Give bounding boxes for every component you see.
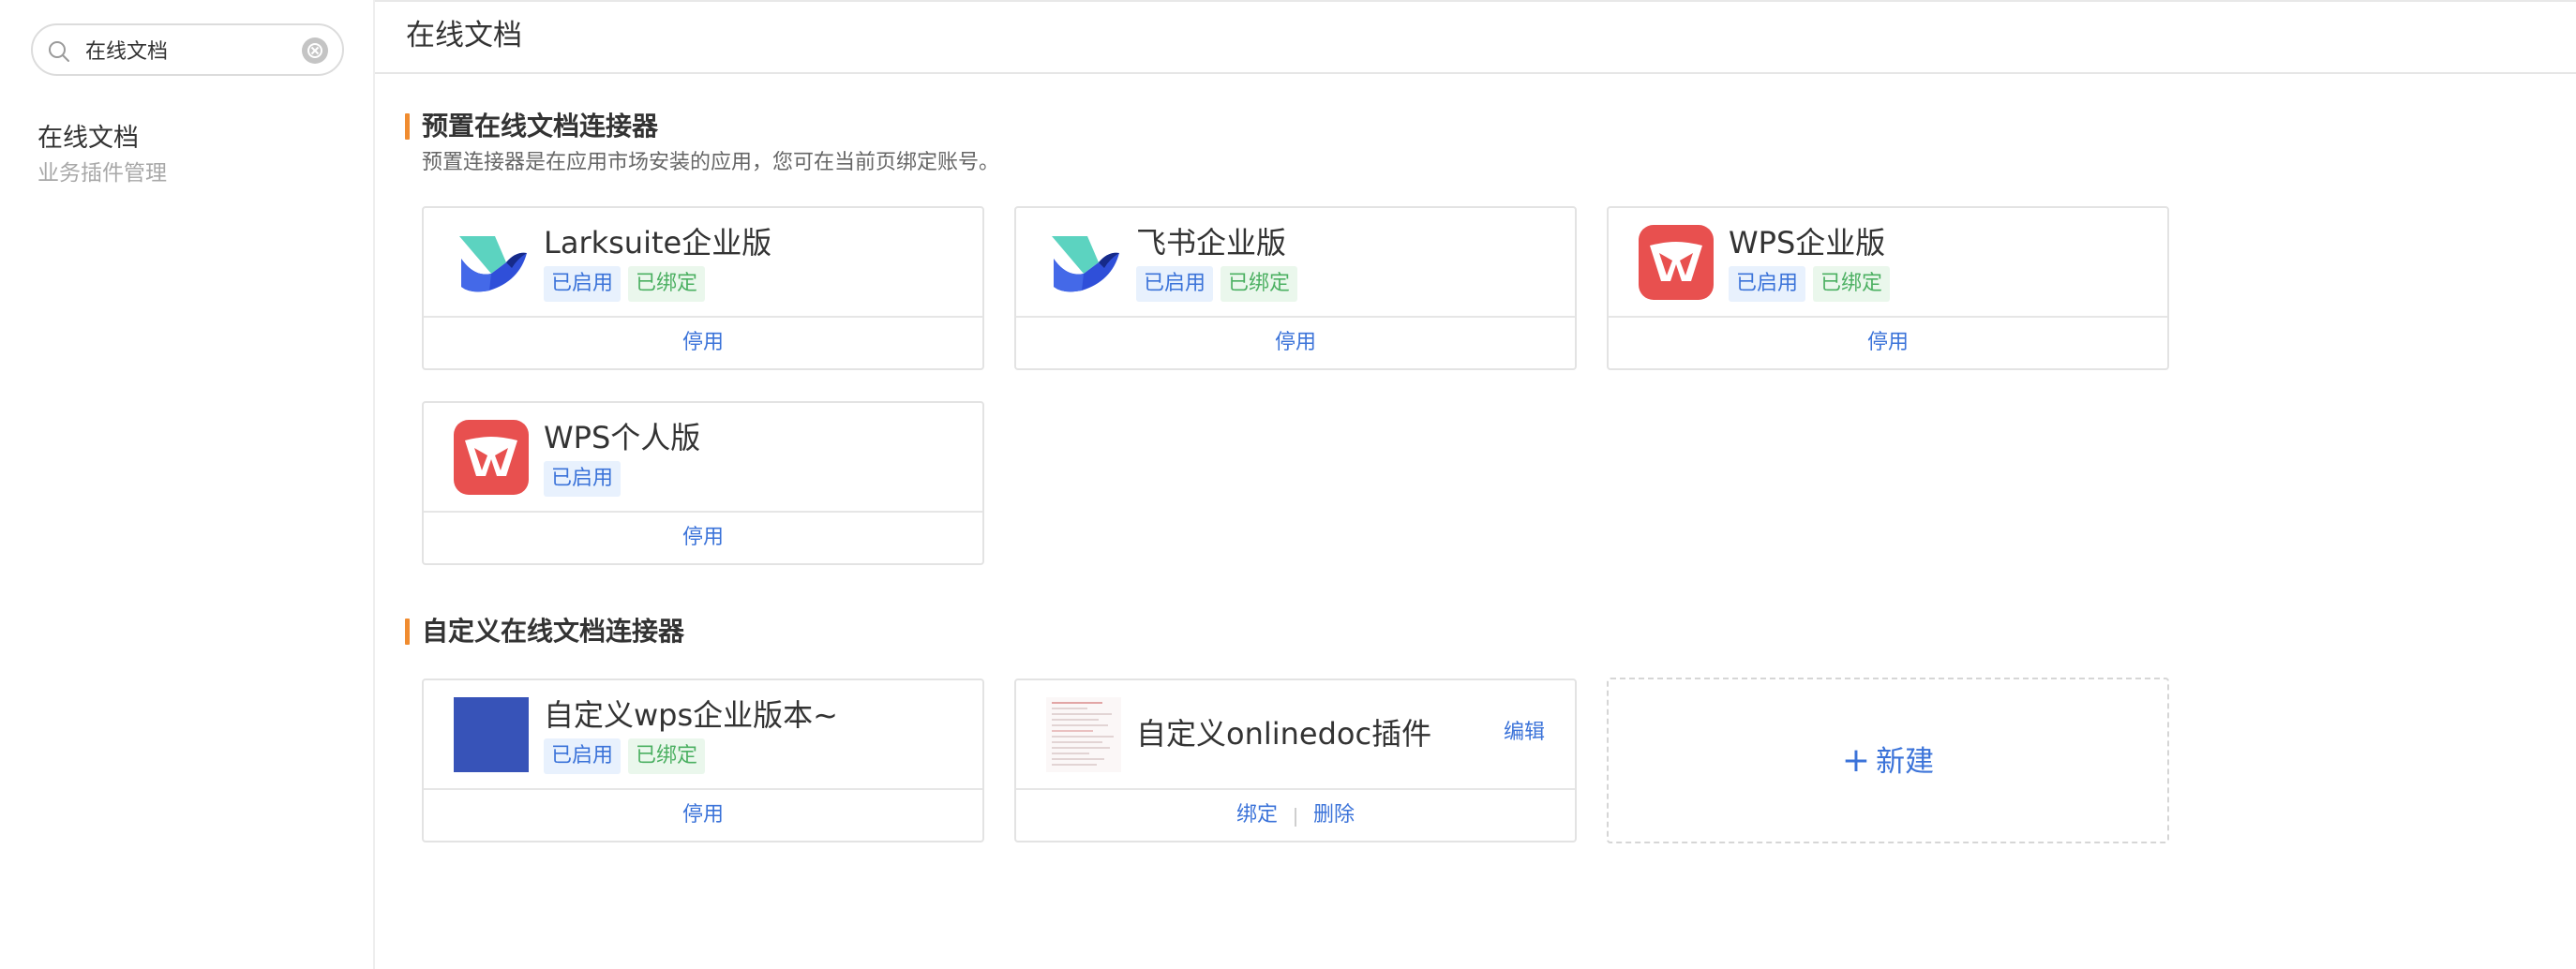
card-body: WPS企业版 已启用 已绑定 [1609, 208, 2167, 316]
section-accent-bar [405, 113, 410, 140]
disable-button[interactable]: 停用 [1867, 331, 1909, 354]
search-icon [49, 41, 69, 62]
preset-section-title: 预置在线文档连接器 [422, 111, 659, 142]
sidebar-item-online-docs[interactable]: 在线文档 业务插件管理 [37, 120, 337, 189]
page-title: 在线文档 [406, 19, 522, 52]
card-body: Larksuite企业版 已启用 已绑定 [424, 208, 982, 316]
connector-card-feishu: 飞书企业版 已启用 已绑定 停用 [1014, 206, 1577, 370]
delete-button[interactable]: 删除 [1313, 803, 1355, 827]
card-footer: 停用 [424, 513, 982, 563]
card-footer: 停用 [424, 318, 982, 368]
bound-badge: 已绑定 [1221, 266, 1298, 302]
connector-name: WPS企业版 [1729, 225, 1886, 261]
disable-button[interactable]: 停用 [1275, 331, 1316, 354]
connector-name: 自定义wps企业版本~ [544, 697, 838, 733]
sidebar-item-title: 在线文档 [37, 124, 139, 153]
connector-card-wps-personal: WPS个人版 已启用 停用 [422, 401, 984, 565]
disable-button[interactable]: 停用 [682, 803, 724, 827]
status-tags: 已启用 已绑定 [544, 266, 712, 304]
lark-bird-icon [1052, 236, 1119, 292]
enabled-badge: 已启用 [544, 738, 622, 774]
card-footer: 停用 [1016, 318, 1575, 368]
lark-bird-icon [459, 236, 527, 292]
search-input[interactable] [85, 33, 301, 67]
bind-button[interactable]: 绑定 [1236, 803, 1278, 827]
status-tags: 已启用 已绑定 [1136, 266, 1305, 304]
connector-card-wps-enterprise: WPS企业版 已启用 已绑定 停用 [1607, 206, 2169, 370]
card-footer: 停用 [1609, 318, 2167, 368]
enabled-badge: 已启用 [544, 266, 622, 302]
wps-icon [454, 420, 529, 495]
connector-name: 自定义onlinedoc插件 [1136, 716, 1432, 752]
edit-button[interactable]: 编辑 [1504, 716, 1545, 750]
new-connector-button[interactable]: + 新建 [1607, 678, 2169, 843]
wps-icon [1639, 225, 1714, 300]
connector-name: Larksuite企业版 [544, 225, 772, 261]
card-body: WPS个人版 已启用 [424, 403, 982, 511]
new-connector-content: + 新建 [1609, 679, 2167, 842]
plus-icon: + [1841, 741, 1871, 780]
status-tags: 已启用 已绑定 [544, 738, 712, 776]
bound-badge: 已绑定 [1813, 266, 1891, 302]
clear-search-icon[interactable] [301, 37, 329, 65]
connector-card-custom-wps: 自定义wps企业版本~ 已启用 已绑定 停用 [422, 678, 984, 842]
top-divider [375, 0, 2576, 2]
enabled-badge: 已启用 [1729, 266, 1806, 302]
main-content: 在线文档 预置在线文档连接器 预置连接器是在应用市场安装的应用，您可在当前页绑定… [375, 0, 2576, 969]
card-body: 自定义onlinedoc插件 编辑 [1016, 680, 1575, 788]
custom-section-title: 自定义在线文档连接器 [422, 616, 685, 647]
sidebar: 在线文档 业务插件管理 [0, 0, 375, 969]
title-divider [375, 72, 2576, 74]
section-accent-bar [405, 619, 410, 645]
action-separator [1295, 807, 1296, 827]
bound-badge: 已绑定 [628, 266, 706, 302]
document-thumbnail [1046, 697, 1121, 772]
card-footer: 停用 [424, 790, 982, 841]
card-footer: 绑定 删除 [1016, 790, 1575, 841]
disable-button[interactable]: 停用 [682, 331, 724, 354]
bound-badge: 已绑定 [628, 738, 706, 774]
new-connector-label: 新建 [1876, 745, 1935, 779]
card-body: 飞书企业版 已启用 已绑定 [1016, 208, 1575, 316]
enabled-badge: 已启用 [544, 461, 622, 497]
connector-name: WPS个人版 [544, 420, 701, 455]
disable-button[interactable]: 停用 [682, 526, 724, 549]
preset-section-description: 预置连接器是在应用市场安装的应用，您可在当前页绑定账号。 [422, 151, 1000, 174]
connector-card-larksuite: Larksuite企业版 已启用 已绑定 停用 [422, 206, 984, 370]
connector-card-custom-onlinedoc: 自定义onlinedoc插件 编辑 绑定 删除 [1014, 678, 1577, 842]
status-tags: 已启用 [544, 461, 628, 499]
card-body: 自定义wps企业版本~ 已启用 已绑定 [424, 680, 982, 788]
blue-square-thumbnail [454, 697, 529, 772]
search-box[interactable] [31, 23, 344, 76]
sidebar-item-subtitle: 业务插件管理 [37, 161, 167, 186]
status-tags: 已启用 已绑定 [1729, 266, 1897, 304]
enabled-badge: 已启用 [1136, 266, 1214, 302]
connector-name: 飞书企业版 [1136, 225, 1287, 261]
